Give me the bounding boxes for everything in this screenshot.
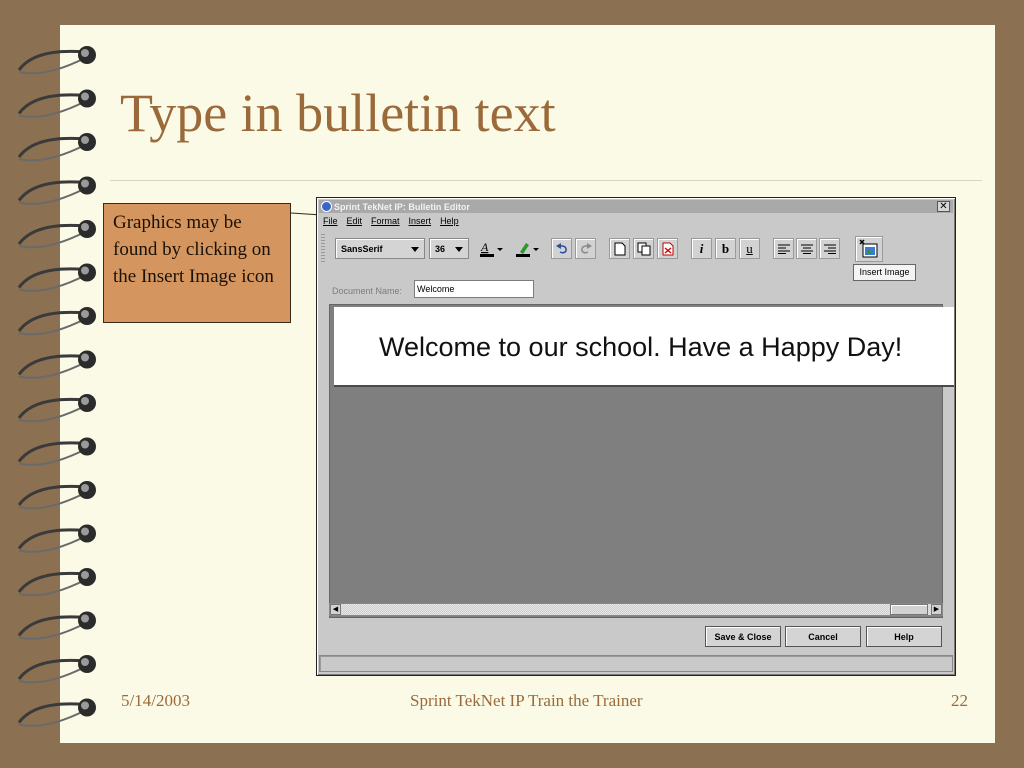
scroll-left-icon[interactable]: ◀ — [330, 604, 341, 615]
save-close-button[interactable]: Save & Close — [705, 626, 781, 647]
binding-ring — [17, 568, 96, 597]
text-color-button[interactable]: A — [477, 238, 505, 259]
cancel-button[interactable]: Cancel — [785, 626, 861, 647]
align-center-icon — [800, 244, 813, 254]
help-button[interactable]: Help — [866, 626, 942, 647]
binding-ring — [17, 176, 96, 205]
binding-ring — [17, 263, 96, 292]
page-number: 22 — [951, 691, 968, 710]
align-left-button[interactable] — [773, 238, 794, 259]
window-titlebar[interactable]: Sprint TekNet IP: Bulletin Editor ✕ — [319, 200, 953, 213]
menu-edit[interactable]: Edit — [347, 216, 363, 229]
align-center-button[interactable] — [796, 238, 817, 259]
menu-format[interactable]: Format — [371, 216, 400, 229]
bulletin-editor-window: Sprint TekNet IP: Bulletin Editor ✕ File… — [316, 197, 956, 676]
insert-image-button[interactable] — [855, 236, 883, 262]
binding-ring — [17, 46, 96, 75]
text-color-icon: A — [480, 240, 503, 257]
font-size-value: 36 — [435, 243, 446, 254]
binding-ring — [17, 89, 96, 118]
menubar: File Edit Format Insert Help — [323, 216, 459, 229]
redo-button[interactable] — [575, 238, 596, 259]
highlight-pen-icon — [516, 242, 539, 257]
document-name-input[interactable]: Welcome — [414, 280, 534, 298]
close-button[interactable]: ✕ — [937, 201, 950, 212]
align-right-icon — [823, 244, 836, 254]
binding-ring — [17, 698, 96, 727]
svg-text:A: A — [480, 240, 489, 254]
undo-icon — [555, 242, 567, 254]
callout-box: Graphics may be found by clicking on the… — [103, 203, 291, 323]
binding-ring — [17, 437, 96, 466]
copy-document-button[interactable] — [633, 238, 654, 259]
window-title: Sprint TekNet IP: Bulletin Editor — [334, 201, 470, 212]
align-left-icon — [777, 244, 790, 254]
underline-button[interactable]: u — [739, 238, 760, 259]
scroll-right-icon[interactable]: ▶ — [931, 604, 942, 615]
title-divider — [110, 180, 982, 181]
chevron-down-icon — [455, 247, 463, 252]
insert-image-icon — [859, 239, 878, 258]
menu-insert[interactable]: Insert — [409, 216, 432, 229]
bulletin-text-banner[interactable]: Welcome to our school. Have a Happy Day! — [334, 307, 954, 387]
binding-ring — [17, 220, 96, 249]
delete-document-button[interactable] — [657, 238, 678, 259]
horizontal-scrollbar[interactable]: ◀ ▶ — [329, 603, 943, 616]
font-family-select[interactable]: SansSerif — [335, 238, 425, 259]
status-bar — [319, 655, 953, 672]
footer-date: 5/14/2003 — [121, 691, 190, 710]
spiral-binding — [17, 46, 96, 727]
menu-help[interactable]: Help — [440, 216, 459, 229]
highlight-button[interactable] — [513, 238, 541, 259]
binding-ring — [17, 394, 96, 423]
chevron-down-icon — [411, 247, 419, 252]
font-family-value: SansSerif — [341, 243, 383, 254]
new-document-icon — [614, 242, 625, 255]
app-icon — [321, 201, 332, 212]
redo-icon — [580, 242, 592, 254]
document-name-label: Document Name: — [332, 286, 403, 296]
binding-ring — [17, 133, 96, 162]
undo-button[interactable] — [551, 238, 572, 259]
footer-title: Sprint TekNet IP Train the Trainer — [410, 691, 643, 710]
binding-ring — [17, 611, 96, 640]
insert-image-tooltip: Insert Image — [853, 264, 916, 281]
align-right-button[interactable] — [819, 238, 840, 259]
delete-document-icon — [662, 242, 673, 255]
binding-ring — [17, 655, 96, 684]
binding-ring — [17, 307, 96, 336]
binding-ring — [17, 481, 96, 510]
binding-ring — [17, 350, 96, 379]
bold-button[interactable]: b — [715, 238, 736, 259]
scrollbar-thumb[interactable] — [890, 604, 928, 615]
menu-file[interactable]: File — [323, 216, 338, 229]
toolbar-grip[interactable] — [321, 234, 325, 262]
new-document-button[interactable] — [609, 238, 630, 259]
italic-button[interactable]: i — [691, 238, 712, 259]
slide-title: Type in bulletin text — [120, 83, 556, 143]
binding-ring — [17, 524, 96, 553]
font-size-select[interactable]: 36 — [429, 238, 469, 259]
copy-document-icon — [637, 242, 650, 255]
